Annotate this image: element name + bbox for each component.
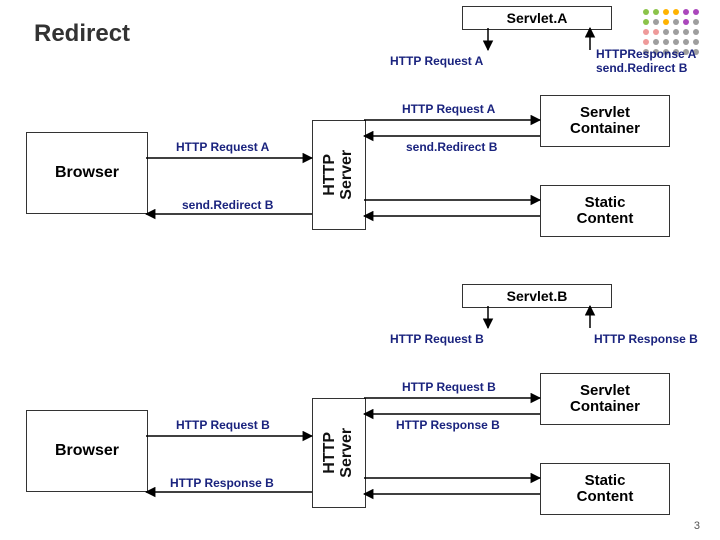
page-title: Redirect — [34, 20, 130, 48]
http-server-b-label: HTTP Server — [322, 428, 356, 478]
mid-request-a-label: HTTP Request A — [402, 102, 495, 116]
servlet-container-b-label: Servlet Container — [570, 383, 640, 416]
servlet-container-a-box: Servlet Container — [540, 95, 670, 147]
servlet-container-b-box: Servlet Container — [540, 373, 670, 425]
left-response-b-label: HTTP Response B — [170, 476, 274, 490]
mid-response-b-label: HTTP Response B — [396, 418, 500, 432]
browser-a-box: Browser — [26, 132, 148, 214]
top-response-b-label: HTTP Response B — [594, 332, 698, 346]
left-redirect-a-label: send.Redirect B — [182, 198, 273, 212]
browser-b-label: Browser — [55, 442, 119, 460]
http-server-a-box: HTTP Server — [312, 120, 366, 230]
left-request-b-label: HTTP Request B — [176, 418, 270, 432]
static-content-b-box: Static Content — [540, 463, 670, 515]
left-request-a-label: HTTP Request A — [176, 140, 269, 154]
browser-b-box: Browser — [26, 410, 148, 492]
static-content-a-box: Static Content — [540, 185, 670, 237]
top-request-b-label: HTTP Request B — [390, 332, 484, 346]
servlet-b-label: Servlet.B — [507, 288, 568, 304]
http-server-b-box: HTTP Server — [312, 398, 366, 508]
static-content-a-label: Static Content — [577, 195, 634, 228]
http-server-a-label: HTTP Server — [322, 150, 356, 200]
browser-a-label: Browser — [55, 164, 119, 182]
static-content-b-label: Static Content — [577, 473, 634, 506]
mid-request-b-label: HTTP Request B — [402, 380, 496, 394]
servlet-b-box: Servlet.B — [462, 284, 612, 308]
servlet-a-box: Servlet.A — [462, 6, 612, 30]
servlet-container-a-label: Servlet Container — [570, 105, 640, 138]
top-request-a-label: HTTP Request A — [390, 54, 483, 68]
top-response-a-label: HTTPResponse A send.Redirect B — [596, 48, 696, 76]
servlet-a-label: Servlet.A — [507, 10, 568, 26]
slide-number: 3 — [694, 520, 700, 532]
mid-redirect-a-label: send.Redirect B — [406, 140, 497, 154]
